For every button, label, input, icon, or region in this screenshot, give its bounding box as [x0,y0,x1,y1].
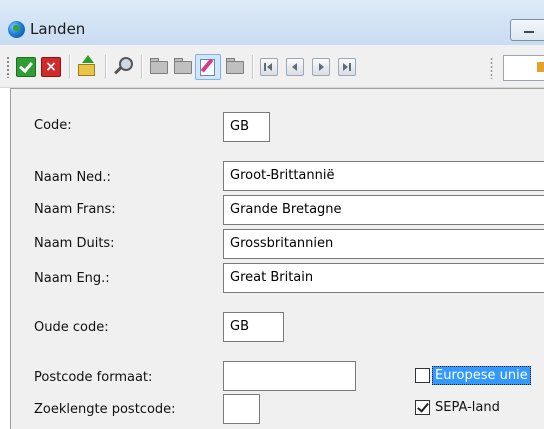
toolbar-separator [252,55,254,79]
window: Landen × Code: GB Naam Ned.: Groot-Britt… [0,0,544,429]
title-bar: Landen [0,0,544,45]
cancel-icon[interactable]: × [41,57,61,77]
naam-frans-field[interactable]: Grande Bretagne [223,195,544,225]
code-field[interactable]: GB [223,112,270,142]
window-title: Landen [30,20,86,38]
postcode-formaat-field[interactable] [223,361,356,391]
toolbar-separator [69,55,71,79]
toolbar-separator [105,55,107,79]
edit-icon[interactable] [195,54,221,80]
toolbar-grip[interactable] [6,56,10,78]
globe-icon [8,21,25,38]
toolbar-field[interactable] [503,55,544,81]
naam-duits-field[interactable]: Grossbritannien [223,229,544,259]
confirm-icon[interactable] [16,57,36,77]
code-label: Code: [34,118,72,133]
naam-duits-label: Naam Duits: [34,236,115,251]
postcode-formaat-label: Postcode formaat: [34,370,153,385]
search-icon[interactable] [112,55,134,77]
next-record-icon[interactable] [312,58,330,76]
copy-icon[interactable] [172,55,194,77]
europese-unie-label[interactable]: Europese unie [432,366,531,385]
first-record-icon[interactable] [260,58,278,76]
naam-frans-label: Naam Frans: [34,202,116,217]
zoeklengte-postcode-label: Zoeklengte postcode: [34,402,176,417]
zoeklengte-postcode-field[interactable] [223,394,260,424]
folder-open-icon[interactable] [224,55,246,77]
minimize-button[interactable] [510,19,544,41]
naam-ned-field[interactable]: Groot-Brittannië [223,161,544,191]
export-icon[interactable] [76,55,96,76]
toolbar-grip [490,57,493,79]
sepa-land-label[interactable]: SEPA-land [435,400,500,415]
oude-code-label: Oude code: [34,320,109,335]
sepa-land-checkbox[interactable] [415,400,430,415]
europese-unie-checkbox[interactable] [415,368,430,383]
previous-record-icon[interactable] [286,58,304,76]
toolbar-separator [141,55,143,79]
last-record-icon[interactable] [338,58,356,76]
oude-code-field[interactable]: GB [223,312,284,342]
toolbar: × [0,45,544,88]
naam-eng-field[interactable]: Great Britain [223,263,544,293]
naam-eng-label: Naam Eng.: [34,271,110,286]
folder-icon[interactable] [148,55,170,77]
naam-ned-label: Naam Ned.: [34,170,111,185]
